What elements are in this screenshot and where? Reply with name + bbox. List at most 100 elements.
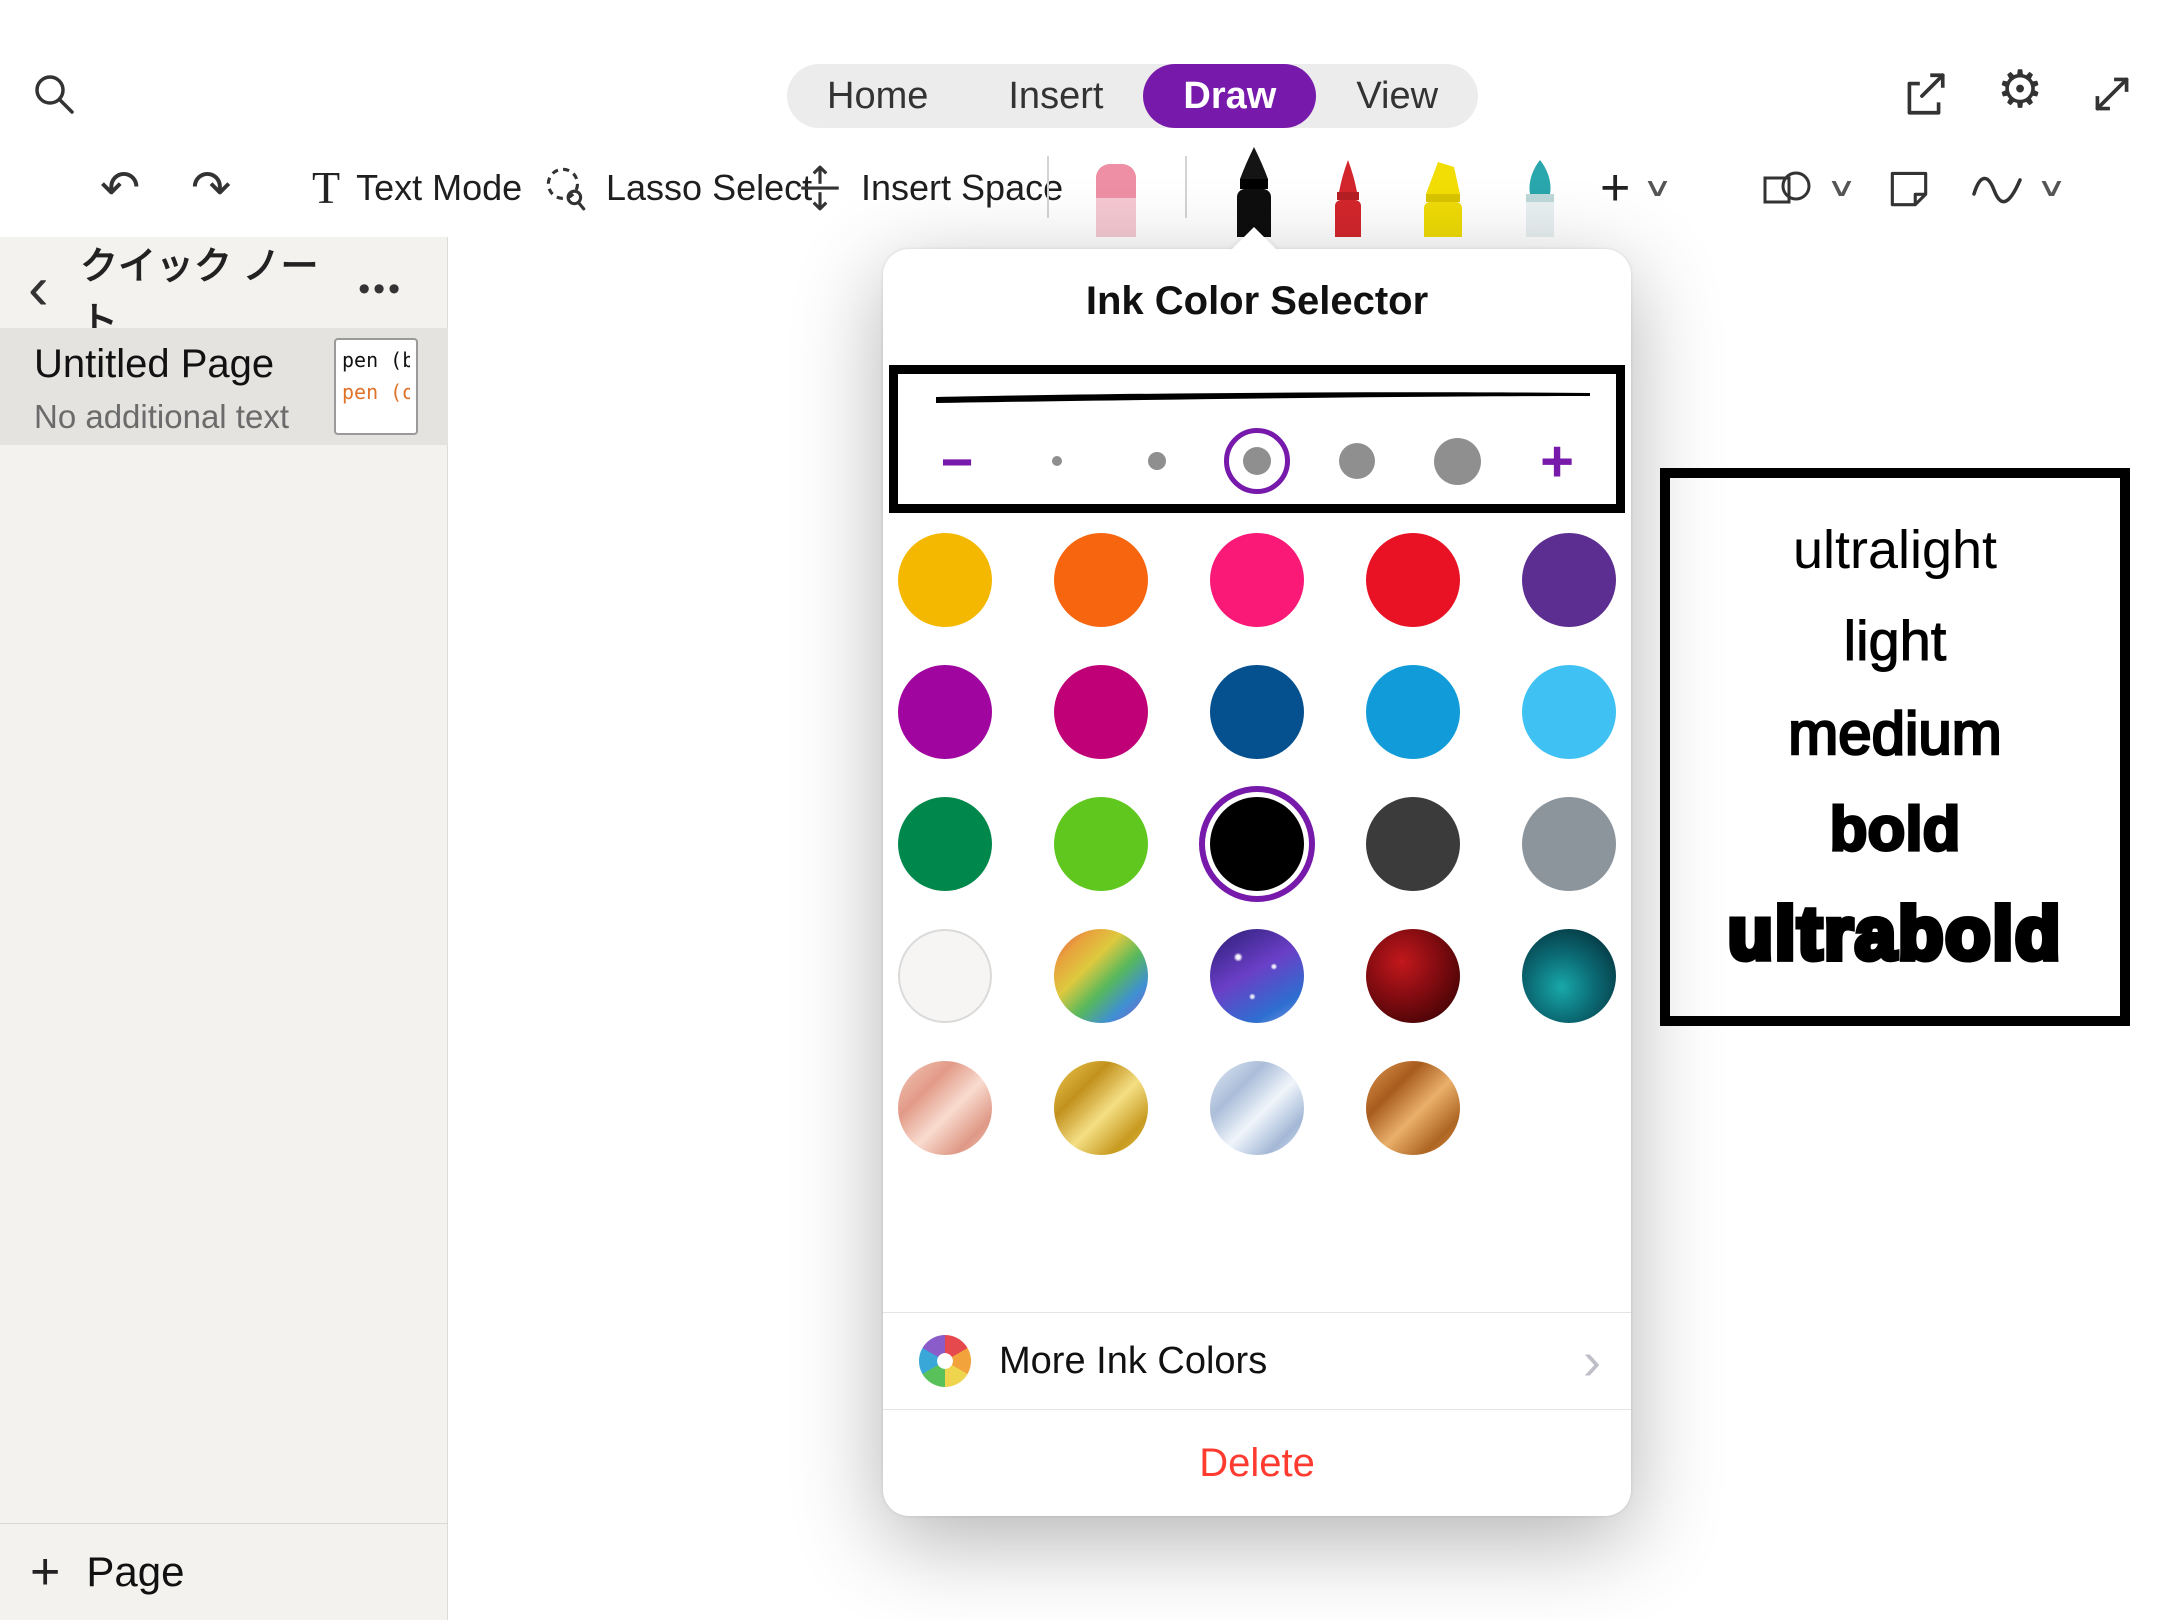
more-options-icon[interactable]: •••: [358, 237, 403, 342]
ink-color-gold-foil[interactable]: [1054, 1061, 1148, 1155]
insert-space-icon: [795, 163, 845, 213]
ink-color-rose-gold[interactable]: [898, 1061, 992, 1155]
ink-note-button[interactable]: [1884, 138, 1934, 237]
size-dot: [1434, 438, 1481, 485]
add-page-button[interactable]: + Page: [30, 1537, 184, 1607]
red-pen-tool[interactable]: [1316, 156, 1380, 237]
tab-draw[interactable]: Draw: [1143, 64, 1316, 128]
size-dot: [1148, 452, 1166, 470]
ink-color-gray[interactable]: [1522, 797, 1616, 891]
page-list-item-untitled[interactable]: Untitled Page No additional text pen (bl…: [0, 328, 448, 445]
more-ink-colors-button[interactable]: More Ink Colors ›: [883, 1312, 1631, 1409]
ink-color-red[interactable]: [1366, 533, 1460, 627]
tab-view[interactable]: View: [1316, 64, 1478, 128]
ink-color-gold[interactable]: [898, 533, 992, 627]
more-ink-colors-label: More Ink Colors: [999, 1340, 1583, 1383]
search-icon[interactable]: [26, 66, 82, 122]
tab-home[interactable]: Home: [787, 64, 968, 128]
chevron-down-icon: ∨: [1826, 172, 1856, 203]
popup-title: Ink Color Selector: [883, 279, 1631, 324]
stroke-size-3[interactable]: [1224, 428, 1290, 494]
red-pen-icon: [1316, 156, 1380, 237]
tab-insert[interactable]: Insert: [968, 64, 1143, 128]
plus-icon: +: [1600, 158, 1630, 218]
ink-color-green[interactable]: [898, 797, 992, 891]
ink-color-rainbow-glitter[interactable]: [1054, 929, 1148, 1023]
ink-color-black[interactable]: [1210, 797, 1304, 891]
handwriting-line-light: light: [1844, 613, 1947, 669]
ink-color-galaxy[interactable]: [1210, 929, 1304, 1023]
ink-color-grid: [883, 533, 1631, 1155]
undo-button[interactable]: ↶: [100, 138, 140, 237]
eraser-icon: [1084, 154, 1148, 237]
share-glyph: [1899, 69, 1949, 119]
yellow-highlighter-tool[interactable]: [1412, 156, 1476, 237]
ink-color-light-blue[interactable]: [1522, 665, 1616, 759]
lasso-select-button[interactable]: Lasso Select: [540, 138, 812, 237]
thumbnail-text-2: pen (or: [342, 380, 410, 404]
ink-color-dark-red-marble[interactable]: [1366, 929, 1460, 1023]
lasso-icon: [540, 163, 590, 213]
increase-size-button[interactable]: +: [1524, 428, 1590, 495]
ink-color-dark-blue[interactable]: [1210, 665, 1304, 759]
redo-button[interactable]: ↷: [191, 138, 231, 237]
stroke-size-4[interactable]: [1324, 428, 1390, 494]
decrease-size-button[interactable]: −: [924, 429, 990, 494]
color-wheel-icon: [919, 1335, 971, 1387]
delete-pen-button[interactable]: Delete: [883, 1409, 1631, 1516]
ink-color-dark-gray[interactable]: [1366, 797, 1460, 891]
page-thumbnail: pen (bl pen (or: [334, 338, 418, 435]
shapes-button[interactable]: ∨: [1760, 138, 1851, 237]
stroke-size-2[interactable]: [1124, 428, 1190, 494]
stroke-size-5[interactable]: [1424, 428, 1490, 494]
back-chevron-icon[interactable]: ‹: [28, 249, 49, 329]
notebook-title: クイック ノート: [80, 237, 337, 342]
page-list-sidebar: ‹ クイック ノート ••• Untitled Page No addition…: [0, 237, 448, 1620]
sidebar-divider: [0, 1523, 448, 1524]
teal-pen-tool[interactable]: [1508, 156, 1572, 237]
thumbnail-text-1: pen (bl: [342, 348, 410, 372]
settings-gear-icon[interactable]: ⚙: [1992, 60, 2048, 120]
draw-toolbar: ↶ ↷ T Text Mode Lasso Select Insert Spac…: [0, 138, 2160, 237]
insert-space-button[interactable]: Insert Space: [795, 138, 1063, 237]
chevron-right-icon: ›: [1583, 1334, 1601, 1388]
handwriting-line-bold: bold: [1830, 799, 1961, 861]
ink-color-magenta[interactable]: [1054, 665, 1148, 759]
stroke-size-1[interactable]: [1024, 428, 1090, 494]
ink-color-dark-purple[interactable]: [1522, 533, 1616, 627]
ink-color-bronze[interactable]: [1366, 1061, 1460, 1155]
handwriting-line-medium: medium: [1788, 704, 2001, 764]
plus-icon: +: [30, 1542, 60, 1602]
ink-color-white[interactable]: [898, 929, 992, 1023]
black-pen-icon: [1222, 145, 1286, 237]
ink-color-light-green[interactable]: [1054, 797, 1148, 891]
fullscreen-expand-icon[interactable]: [2084, 66, 2140, 122]
ink-color-blue[interactable]: [1366, 665, 1460, 759]
ink-note-icon: [1884, 163, 1934, 213]
sidebar-header: ‹ クイック ノート •••: [0, 237, 447, 342]
stroke-size-row: − +: [898, 422, 1616, 500]
search-glyph: [30, 70, 78, 118]
top-header: HomeInsertDrawView ⚙: [0, 0, 2160, 138]
scribble-icon: [1970, 163, 2024, 213]
black-pen-tool-selected[interactable]: [1222, 145, 1286, 237]
add-pen-button[interactable]: + ∨: [1600, 138, 1667, 237]
text-mode-button[interactable]: T Text Mode: [312, 138, 522, 237]
handwriting-line-ultrabold: ultrabold: [1728, 897, 2063, 971]
ink-color-teal-mineral[interactable]: [1522, 929, 1616, 1023]
eraser-tool[interactable]: [1084, 154, 1148, 237]
ink-color-hot-pink[interactable]: [1210, 533, 1304, 627]
size-dot: [1243, 447, 1271, 475]
text-mode-icon: T: [312, 161, 340, 214]
ink-color-orange[interactable]: [1054, 533, 1148, 627]
size-dot: [1052, 456, 1062, 466]
ink-color-silver[interactable]: [1210, 1061, 1304, 1155]
toolbar-divider: [1047, 156, 1049, 218]
share-icon[interactable]: [1896, 66, 1952, 122]
toolbar-divider: [1185, 156, 1187, 218]
add-page-label: Page: [86, 1548, 184, 1596]
ink-effects-button[interactable]: ∨: [1970, 138, 2061, 237]
ink-color-violet[interactable]: [898, 665, 992, 759]
teal-pen-icon: [1508, 156, 1572, 237]
expand-glyph: [2087, 69, 2137, 119]
